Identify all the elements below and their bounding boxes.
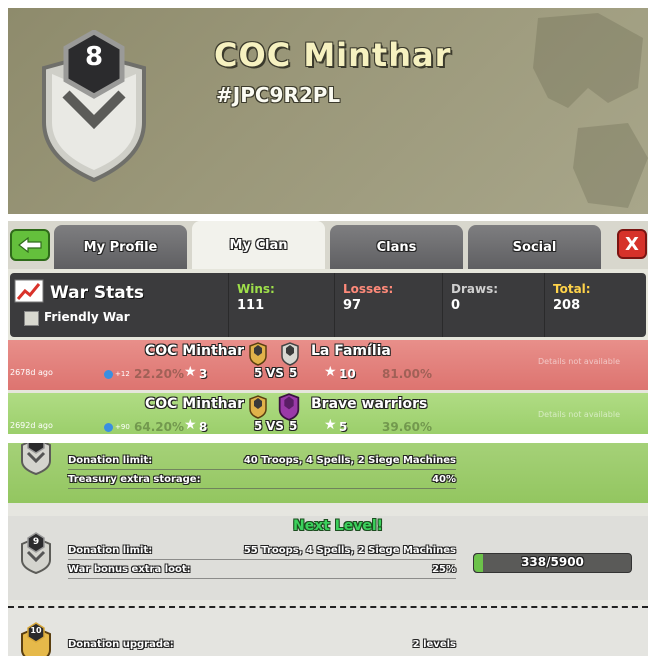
- clan-tag[interactable]: #JPC9R2PL: [216, 83, 340, 107]
- tab-bar: My Profile My Clan Clans Social X: [8, 221, 648, 269]
- clan-level-number: 8: [84, 42, 104, 72]
- clan-header-panel: 8 COC Minthar #JPC9R2PL: [8, 8, 648, 214]
- war-stats-bar: War Stats Friendly War Wins: 111 Losses:…: [10, 273, 646, 337]
- divider: [68, 469, 456, 470]
- details-not-available: Details not available: [538, 357, 621, 366]
- friendly-war-label: Friendly War: [44, 310, 130, 324]
- perk-value: 55 Troops, 4 Spells, 2 Siege Machines: [243, 545, 456, 556]
- friendly-war-checkbox[interactable]: [24, 311, 39, 326]
- chart-trend-icon: [14, 279, 44, 303]
- perk-label: Treasury extra storage:: [68, 474, 201, 485]
- our-war-size: 5: [254, 419, 263, 433]
- star-icon: ★: [324, 417, 337, 433]
- draws-value: 0: [451, 298, 461, 313]
- opponent-destruction-pct: 39.60%: [382, 420, 432, 434]
- star-icon: ★: [184, 417, 197, 433]
- vs-label: VS: [266, 366, 284, 380]
- war-stats-title: War Stats: [50, 283, 145, 303]
- opponent-destruction-pct: 81.00%: [382, 367, 432, 381]
- war-log-row[interactable]: 2692d ago COC Minthar Brave warriors +90…: [8, 393, 648, 434]
- level-10-number: 10: [30, 626, 42, 635]
- clan-name: COC Minthar: [214, 36, 452, 74]
- clan-xp-gain: +90: [115, 423, 130, 431]
- losses-label: Losses:: [343, 282, 394, 296]
- war-time-ago: 2678d ago: [10, 368, 53, 377]
- our-destruction-pct: 22.20%: [134, 367, 184, 381]
- wins-label: Wins:: [237, 282, 275, 296]
- clan-xp-progress-bar: 338/5900: [473, 553, 632, 573]
- clan-xp-icon: [104, 423, 113, 432]
- next-level-title: Next Level!: [293, 518, 384, 534]
- perk-value: 40%: [432, 474, 456, 485]
- draws-stat: Draws: 0: [442, 273, 543, 337]
- perk-value: 25%: [432, 564, 456, 575]
- our-stars: 8: [199, 420, 208, 434]
- tab-my-clan[interactable]: My Clan: [192, 221, 325, 269]
- close-button[interactable]: X: [617, 229, 647, 259]
- opponent-clan-badge-icon: [278, 393, 300, 421]
- opponent-clan-name: La Família: [311, 343, 391, 359]
- star-icon: ★: [184, 364, 197, 380]
- our-clan-badge-icon: [249, 342, 267, 366]
- divider: [68, 488, 456, 489]
- tab-social[interactable]: Social: [468, 225, 601, 269]
- level-8-badge-icon: [21, 443, 51, 475]
- perk-label: War bonus extra loot:: [68, 564, 191, 575]
- perk-label: Donation limit:: [68, 455, 153, 466]
- war-log-row[interactable]: 2678d ago COC Minthar La Família +12 22.…: [8, 340, 648, 390]
- clan-xp-gain: +12: [115, 370, 130, 378]
- vs-label: VS: [266, 419, 284, 433]
- opponent-stars: 10: [339, 367, 356, 381]
- opponent-war-size: 5: [289, 366, 298, 380]
- total-value: 208: [553, 298, 581, 313]
- losses-value: 97: [343, 298, 362, 313]
- level-10-perks: 10 Donation upgrade: 2 levels: [8, 606, 648, 656]
- wins-stat: Wins: 111: [228, 273, 333, 337]
- divider: [68, 559, 456, 560]
- our-war-size: 5: [254, 366, 263, 380]
- opponent-stars: 5: [339, 420, 348, 434]
- clan-perks-panel: Donation limit: 40 Troops, 4 Spells, 2 S…: [8, 443, 648, 656]
- tab-my-profile[interactable]: My Profile: [54, 225, 187, 269]
- war-log-panel: My Profile My Clan Clans Social X War St…: [8, 221, 648, 434]
- our-clan-name: COC Minthar: [144, 396, 244, 412]
- total-label: Total:: [553, 282, 591, 296]
- perk-value: 40 Troops, 4 Spells, 2 Siege Machines: [243, 455, 456, 466]
- back-arrow-icon: [18, 237, 42, 253]
- perk-label: Donation limit:: [68, 545, 153, 556]
- tab-clans[interactable]: Clans: [330, 225, 463, 269]
- our-stars: 3: [199, 367, 208, 381]
- opponent-clan-name: Brave warriors: [311, 396, 428, 412]
- our-clan-badge-icon: [249, 395, 267, 419]
- opponent-war-size: 5: [289, 419, 298, 433]
- war-time-ago: 2692d ago: [10, 421, 53, 430]
- draws-label: Draws:: [451, 282, 499, 296]
- star-icon: ★: [324, 364, 337, 380]
- our-destruction-pct: 64.20%: [134, 420, 184, 434]
- perk-value: 2 levels: [412, 639, 456, 650]
- clan-xp-icon: [104, 370, 113, 379]
- opponent-clan-badge-icon: [281, 342, 299, 366]
- total-stat: Total: 208: [544, 273, 645, 337]
- our-clan-name: COC Minthar: [144, 343, 244, 359]
- back-button[interactable]: [10, 229, 50, 261]
- wins-value: 111: [237, 298, 265, 313]
- losses-stat: Losses: 97: [334, 273, 443, 337]
- divider: [68, 578, 456, 579]
- details-not-available: Details not available: [538, 410, 621, 419]
- progress-text: 338/5900: [521, 555, 584, 569]
- current-level-perks: Donation limit: 40 Troops, 4 Spells, 2 S…: [8, 443, 648, 503]
- level-9-number: 9: [32, 537, 40, 547]
- perk-label: Donation upgrade:: [68, 639, 174, 650]
- world-map-decoration: [533, 13, 648, 208]
